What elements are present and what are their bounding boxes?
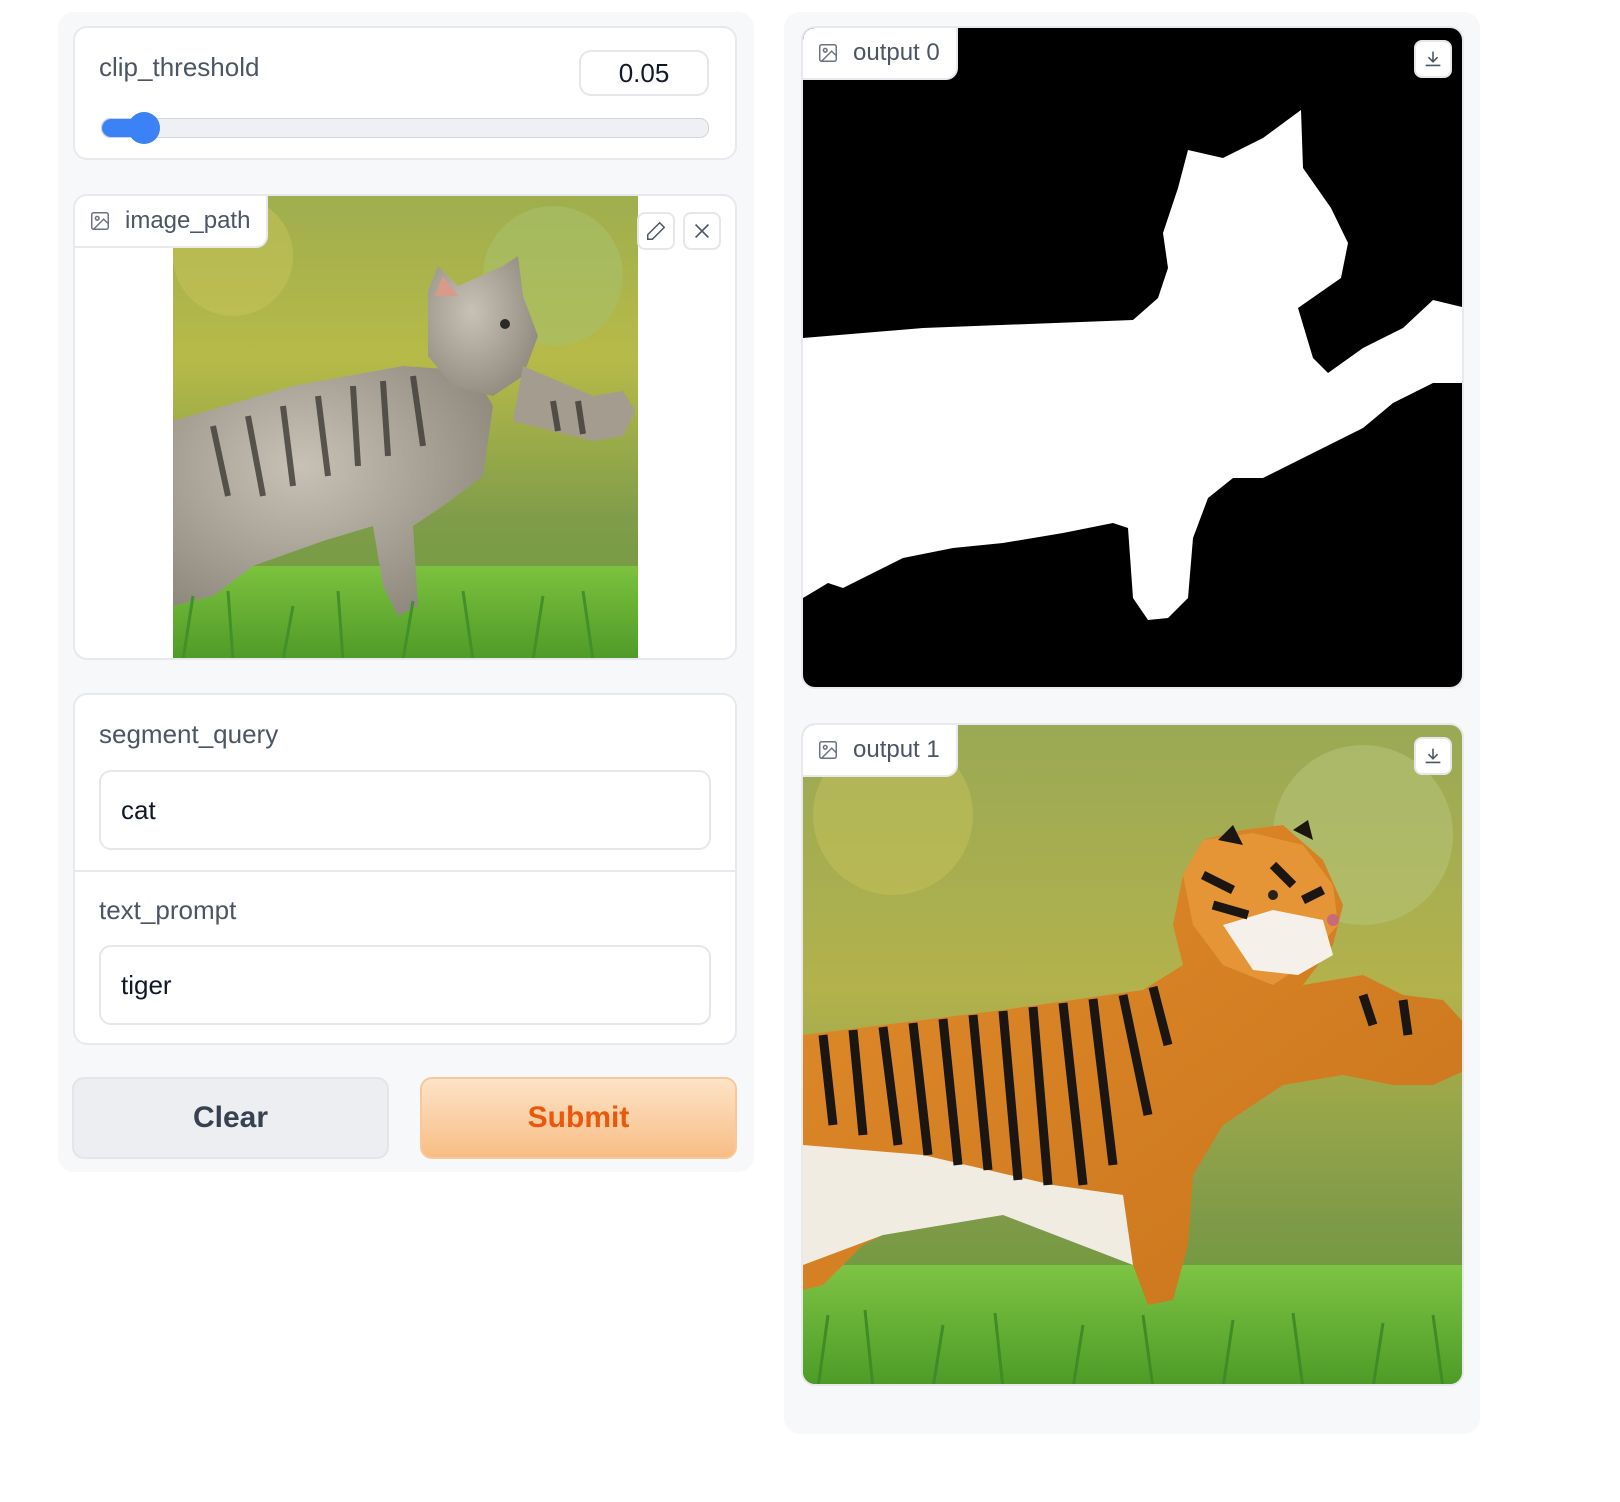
clip-threshold-label: clip_threshold [99, 52, 260, 82]
output-1-card: output 1 [801, 723, 1464, 1386]
image-icon [819, 741, 837, 759]
divider [75, 870, 735, 872]
edit-image-button[interactable] [637, 212, 675, 250]
output-0-download-button[interactable] [1414, 40, 1452, 78]
text-prompt-label: text_prompt [99, 895, 237, 925]
output-0-label: output 0 [853, 39, 940, 66]
download-icon [1425, 51, 1441, 67]
text-prompt-input[interactable]: tiger [99, 945, 711, 1025]
pencil-icon [647, 221, 666, 240]
remove-image-button[interactable] [683, 212, 721, 250]
slider-thumb[interactable] [128, 112, 161, 144]
output-1-tag: output 1 [803, 725, 958, 777]
output-tiger-image [803, 725, 1462, 1384]
output-0-tag: output 0 [803, 28, 958, 80]
clip-threshold-card: clip_threshold 0.05 [73, 26, 737, 160]
image-input-label: image_path [125, 207, 251, 234]
segment-query-label: segment_query [99, 719, 279, 749]
text-inputs-card: segment_query cat text_prompt tiger [73, 693, 737, 1045]
image-icon [819, 44, 837, 62]
output-mask-image [803, 28, 1462, 687]
clear-button[interactable]: Clear [72, 1077, 389, 1159]
input-image-cat [173, 196, 638, 658]
image-input-tag: image_path [75, 196, 269, 248]
submit-button[interactable]: Submit [420, 1077, 737, 1159]
output-1-download-button[interactable] [1414, 737, 1452, 775]
close-icon [694, 223, 710, 239]
segment-query-input[interactable]: cat [99, 770, 711, 850]
clip-threshold-slider[interactable] [101, 112, 709, 144]
image-icon [91, 212, 109, 230]
download-icon [1425, 748, 1441, 764]
output-1-label: output 1 [853, 736, 940, 763]
image-input-card[interactable]: image_path [73, 194, 737, 660]
clip-threshold-number-input[interactable]: 0.05 [579, 50, 709, 96]
output-0-card: output 0 [801, 26, 1464, 689]
